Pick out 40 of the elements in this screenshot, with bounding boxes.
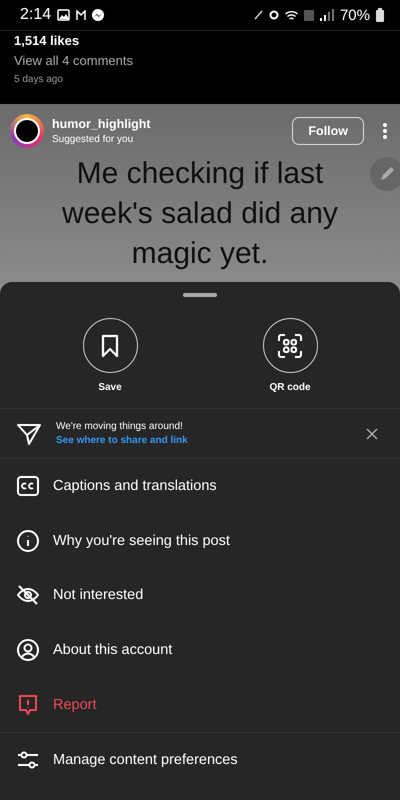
view-comments-link[interactable]: View all 4 comments <box>14 53 386 68</box>
battery-icon <box>376 8 384 22</box>
menu-item[interactable]: Report <box>0 677 400 732</box>
action-label: QR code <box>269 382 311 393</box>
gallery-icon <box>57 9 70 21</box>
username[interactable]: humor_highlight <box>52 117 284 131</box>
bookmark-icon <box>99 334 121 358</box>
qr-code-icon <box>277 332 303 358</box>
info-icon <box>16 528 40 553</box>
menu-item[interactable]: Manage content preferences <box>0 732 400 788</box>
battery-level: 70% <box>340 6 370 24</box>
follow-button[interactable]: Follow <box>292 117 364 145</box>
notice-text: We're moving things around! <box>56 421 184 432</box>
suggested-label: Suggested for you <box>52 134 134 145</box>
qr-code-button[interactable] <box>262 318 318 373</box>
chat-icon <box>92 9 104 21</box>
post-age: 5 days ago <box>14 74 64 85</box>
account-icon <box>16 638 40 662</box>
likes-count: 1,514 likes <box>14 33 80 48</box>
action-label: Save <box>98 382 122 393</box>
alert-icon <box>16 692 40 717</box>
captions-icon <box>16 474 40 498</box>
menu-item[interactable]: About this account <box>0 622 400 678</box>
status-time: 2:14 <box>20 6 52 24</box>
pencil-icon[interactable] <box>370 157 400 191</box>
avatar[interactable] <box>10 114 44 148</box>
bookmark-button[interactable] <box>82 318 138 373</box>
share-link[interactable]: See where to share and link <box>56 435 188 446</box>
wifi-icon <box>284 10 298 20</box>
close-icon[interactable] <box>366 428 378 440</box>
mail-icon <box>76 10 86 20</box>
send-icon[interactable] <box>16 422 42 446</box>
eye-slash-icon <box>16 583 40 608</box>
menu-item[interactable]: Not interested <box>0 568 400 623</box>
signal-icon <box>320 9 334 21</box>
more-icon[interactable] <box>382 122 388 140</box>
menu-item[interactable]: Why you're seeing this post <box>0 514 400 568</box>
menu-item[interactable]: Captions and translations <box>0 459 400 514</box>
meme-caption: Me checking if last week's salad did any magic yet. <box>61 156 339 272</box>
drag-handle[interactable] <box>183 293 217 297</box>
